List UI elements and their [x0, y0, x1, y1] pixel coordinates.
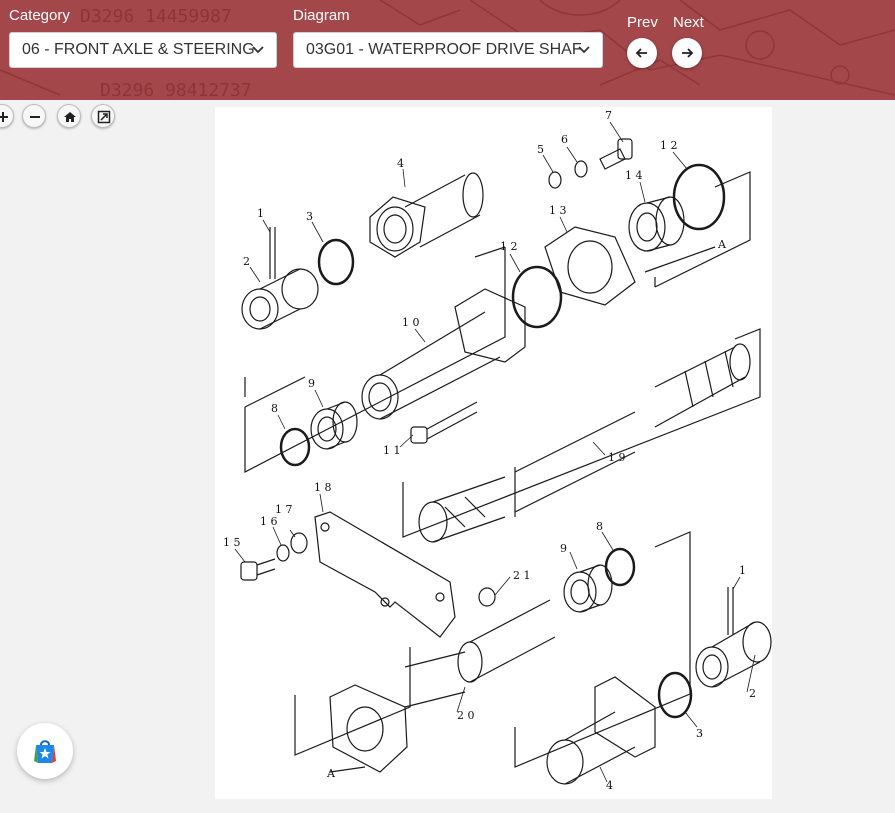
zoom-in-button[interactable] [0, 104, 14, 128]
part-15-bolt [240, 558, 276, 581]
callout-9-lower[interactable]: 9 [560, 542, 567, 555]
next-button[interactable] [672, 38, 702, 68]
callout-16[interactable]: 1 6 [260, 515, 278, 528]
part-10-tube [361, 288, 526, 420]
callout-5[interactable]: 5 [537, 143, 544, 156]
part-3-oring [317, 238, 355, 286]
callout-12-middle[interactable]: 1 2 [500, 240, 518, 253]
callout-4[interactable]: 4 [397, 157, 404, 170]
arrow-a-lower [329, 766, 366, 773]
callout-19[interactable]: 1 9 [608, 451, 626, 464]
callout-12-top[interactable]: 1 2 [660, 139, 678, 152]
category-label: Category [9, 7, 70, 24]
part-9-seal-lower [563, 564, 613, 613]
callout-3[interactable]: 3 [306, 210, 313, 223]
part-7-bolt [599, 138, 633, 170]
arrow-a-upper [644, 246, 716, 273]
shop-badge-button[interactable] [17, 723, 73, 779]
callout-6[interactable]: 6 [561, 133, 568, 146]
callout-20[interactable]: 2 0 [457, 709, 475, 722]
callout-3-lower[interactable]: 3 [696, 727, 703, 740]
callout-11[interactable]: 1 1 [383, 444, 401, 457]
zoom-out-button[interactable] [22, 104, 46, 128]
callout-9-upper[interactable]: 9 [308, 377, 315, 390]
part-18-bracket-plate [314, 511, 456, 638]
part-21-nut [478, 587, 496, 607]
diagram-select[interactable]: 03G01 - WATERPROOF DRIVE SHAF [293, 32, 603, 68]
part-12-oring-upper [672, 163, 726, 231]
callout-2-lower[interactable]: 2 [749, 687, 756, 700]
part-1-pin [269, 227, 276, 279]
part-8-oring-lower [604, 547, 636, 587]
callout-14[interactable]: 1 4 [625, 169, 643, 182]
top-bar: D3296 14459987 D3296 98412737 Category 0… [0, 0, 895, 100]
part-17-washer [290, 532, 308, 554]
part-8-oring-upper [279, 427, 311, 467]
callout-17[interactable]: 1 7 [275, 503, 293, 516]
exploded-drawing: 1 2 3 4 5 6 7 1 2 1 3 1 4 1 2 1 0 9 8 1 … [223, 109, 772, 792]
home-icon [64, 112, 76, 122]
part-16-lockwasher [276, 544, 290, 562]
background-text-1: D3296 14459987 [80, 6, 232, 27]
shopping-bag-star-icon [34, 740, 56, 763]
prev-label: Prev [627, 14, 658, 31]
callout-8-upper[interactable]: 8 [271, 402, 278, 415]
callout-4-lower[interactable]: 4 [606, 779, 613, 792]
part-1-pin-lower [727, 587, 734, 635]
callout-15[interactable]: 1 5 [223, 536, 241, 549]
arrow-right-icon [682, 48, 694, 58]
group-outline-lower [294, 531, 691, 768]
zoom-out-icon [30, 116, 40, 118]
callout-13[interactable]: 1 3 [549, 204, 567, 217]
diagram-select-value: 03G01 - WATERPROOF DRIVE SHAF [306, 41, 582, 58]
part-12-oring-middle [511, 265, 563, 329]
callout-10[interactable]: 1 0 [402, 316, 420, 329]
leader-lines [234, 121, 756, 783]
callout-18[interactable]: 1 8 [314, 481, 332, 494]
part-4-housing [369, 172, 484, 258]
fullscreen-button[interactable] [91, 104, 115, 128]
next-label: Next [673, 14, 704, 31]
fullscreen-icon [97, 110, 111, 124]
part-11-bolt [410, 401, 478, 444]
zoom-in-icon [0, 112, 8, 122]
category-select[interactable]: 06 - FRONT AXLE & STEERING [9, 32, 277, 68]
part-5-washer [548, 171, 562, 189]
callout-1[interactable]: 1 [257, 207, 264, 220]
chevron-down-icon [252, 46, 264, 54]
diagram-label: Diagram [293, 7, 350, 24]
lower-flange [329, 684, 408, 773]
home-button[interactable] [57, 104, 81, 128]
category-select-value: 06 - FRONT AXLE & STEERING [22, 41, 255, 58]
callout-a-upper: A [717, 238, 727, 251]
part-20-shaft [404, 599, 556, 708]
chevron-down-icon [578, 46, 590, 54]
parts-diagram[interactable]: 1 2 3 4 5 6 7 1 2 1 3 1 4 1 2 1 0 9 8 1 … [215, 107, 772, 799]
background-text-2: D3296 98412737 [100, 80, 252, 100]
part-13-bracket [544, 226, 636, 306]
part-2-sleeve [241, 268, 319, 330]
callout-a-lower: A [326, 767, 336, 780]
callout-21[interactable]: 2 1 [513, 569, 531, 582]
callout-1-lower[interactable]: 1 [739, 564, 746, 577]
part-6-lockwasher [574, 160, 588, 178]
callout-7[interactable]: 7 [605, 109, 612, 122]
arrow-left-icon [635, 48, 647, 58]
callout-2[interactable]: 2 [243, 255, 250, 268]
prev-button[interactable] [627, 38, 657, 68]
callout-8-lower[interactable]: 8 [596, 520, 603, 533]
group-outline-shaft [402, 328, 761, 538]
